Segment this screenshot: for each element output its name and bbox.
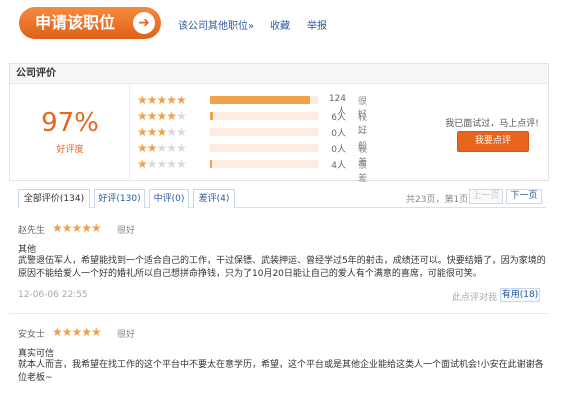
review-body: 就本人而言，我希望在找工作的这个平台中不要太在意学历，希望，这个平台或是其他企业… — [18, 360, 544, 383]
positive-percent-label: 好评度 — [56, 145, 84, 155]
useful-prompt: 此点评对我 — [452, 293, 498, 303]
review-body: 武警退伍军人，希望能找到一个适合自己的工作，干过保镖、武装押运、曾经学过5年的射… — [18, 256, 546, 279]
star-rating-icon: ★★★★★ — [137, 125, 187, 139]
review-title: 真实可信 — [18, 349, 55, 359]
rating-bar-fill — [210, 96, 311, 104]
rating-count: 0人 — [331, 145, 346, 155]
rating-count: 6人 — [331, 113, 346, 123]
rating-bar-fill — [210, 112, 214, 120]
star-rating-icon: ★★★★★ — [52, 325, 102, 339]
tab-all-reviews[interactable]: 全部评价(134) — [18, 189, 90, 208]
divider — [9, 313, 549, 314]
rating-bar — [210, 128, 318, 136]
favorite-link[interactable]: 收藏 — [270, 17, 290, 32]
reviewer-name: 安女士 — [18, 330, 46, 340]
apply-button-label: 申请该职位 — [35, 13, 116, 32]
rating-bar — [210, 96, 318, 104]
rating-level: 很差 — [358, 161, 368, 184]
review-prompt-text: 我已面试过，马上点评! — [445, 119, 539, 129]
tab-negative-reviews[interactable]: 差评(4) — [193, 189, 235, 208]
section-title: 公司评价 — [10, 64, 548, 84]
rating-bar-fill — [210, 160, 213, 168]
other-jobs-link[interactable]: 该公司其他职位» — [178, 17, 254, 32]
tab-neutral-reviews[interactable]: 中评(0) — [149, 189, 189, 208]
arrow-right-icon: ➜ — [133, 12, 155, 34]
company-review-panel: 公司评价 97% 好评度 ★★★★★ 124人 很好 ★★★★★ 6人 较好 ★… — [9, 63, 549, 184]
useful-button[interactable]: 有用(18) — [500, 288, 540, 302]
next-page-button[interactable]: 下一页 — [506, 189, 542, 204]
star-rating-icon: ★★★★★ — [137, 93, 187, 107]
report-link[interactable]: 举报 — [307, 17, 327, 32]
star-rating-icon: ★★★★★ — [137, 109, 187, 123]
rating-count: 0人 — [331, 129, 346, 139]
review-date: 12-06-06 22:55 — [18, 290, 88, 300]
tab-positive-reviews[interactable]: 好评(130) — [94, 189, 145, 208]
star-rating-icon: ★★★★★ — [52, 221, 102, 235]
top-bar: 申请该职位 ➜ 该公司其他职位» 收藏 举报 — [0, 0, 564, 48]
rating-bar — [210, 160, 318, 168]
write-review-button[interactable]: 我要点评 — [457, 131, 529, 152]
star-rating-icon: ★★★★★ — [137, 157, 187, 171]
rating-count: 4人 — [331, 161, 346, 171]
page-info: 共23页，第1页 — [406, 195, 469, 205]
reviewer-name: 赵先生 — [18, 226, 46, 236]
prev-page-button[interactable]: 上一页 — [469, 189, 503, 204]
rating-summary: 97% 好评度 — [10, 84, 130, 180]
rating-bar — [210, 144, 318, 152]
apply-job-button[interactable]: 申请该职位 ➜ — [19, 7, 161, 39]
positive-percent: 97% — [41, 108, 99, 138]
review-level: 很好 — [117, 330, 136, 340]
review-level: 很好 — [117, 226, 136, 236]
rating-bar — [210, 112, 318, 120]
review-title: 其他 — [18, 245, 37, 255]
star-rating-icon: ★★★★★ — [137, 141, 187, 155]
